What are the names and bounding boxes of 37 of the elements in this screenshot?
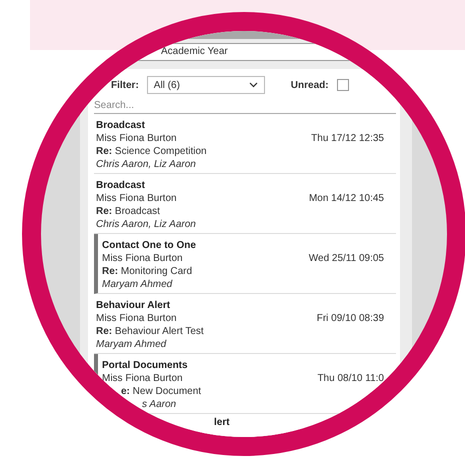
sender-name: Miss Fiona Burton [102,372,183,385]
message-item[interactable]: Broadcast Miss Fiona Burton Thu 17/12 12:35 Re: Science Competition Chris Aaron, Liz Aaron [94,114,396,174]
message-item[interactable]: Behaviour Alert Miss Fiona Burton Fri 09/10 08:39 Re: Behaviour Alert Test Maryam Ahmed [94,294,396,354]
sender-name: Miss Fiona Burton [96,132,177,145]
filter-dropdown[interactable]: All (6) [146,76,265,94]
message-date: Thu 08/10 11:0 [317,372,384,385]
recipients: s Aaron [141,398,178,411]
message-subject: e: New Document [120,385,202,398]
message-item[interactable]: Broadcast Miss Fiona Burton Mon 14/12 10:45 Re: Broadcast Chris Aaron, Liz Aaron [94,174,396,234]
message-subject: Re: Behaviour Alert Test [96,325,205,338]
filter-label: Filter: [111,80,139,90]
unread-checkbox[interactable] [336,79,349,91]
recipients: Maryam Ahmed [102,278,174,291]
message-item[interactable]: Contact One to One Miss Fiona Burton Wed 25/11 09:05 Re: Monitoring Card Maryam Ahmed [94,234,396,294]
message-subject: Re: Science Competition [96,145,208,158]
unread-label: Unread: [290,80,329,90]
message-subject: Re: Broadcast [96,205,161,218]
message-type: lert [213,416,231,429]
message-type: Behaviour Alert [96,299,172,312]
message-date: Wed 25/11 09:05 [308,252,384,265]
message-type: Broadcast [96,119,146,132]
message-subject: Re: Monitoring Card [102,265,194,278]
search-field[interactable]: Search... [94,97,396,114]
message-date: Fri 09/10 08:39 [316,312,384,325]
recipients: Maryam Ahmed [96,338,168,351]
message-type: Portal Documents [102,359,189,372]
sender-name: Miss Fiona Burton [96,192,177,205]
message-date: Thu 17/12 12:35 [311,132,384,145]
sender-name: Miss Fiona Burton [102,252,183,265]
caret-icon [248,82,258,88]
message-item[interactable]: Portal Documents Miss Fiona Burton Thu 08/10 11:0 e: New Document s Aaron [94,354,396,414]
message-type: Broadcast [96,179,146,192]
recipients: Chris Aaron, Liz Aaron [96,158,197,171]
recipients: Chris Aaron, Liz Aaron [96,218,197,231]
message-date: Mon 14/12 10:45 [308,192,384,205]
message-type: Contact One to One [102,239,197,252]
sender-name: Miss Fiona Burton [96,312,177,325]
